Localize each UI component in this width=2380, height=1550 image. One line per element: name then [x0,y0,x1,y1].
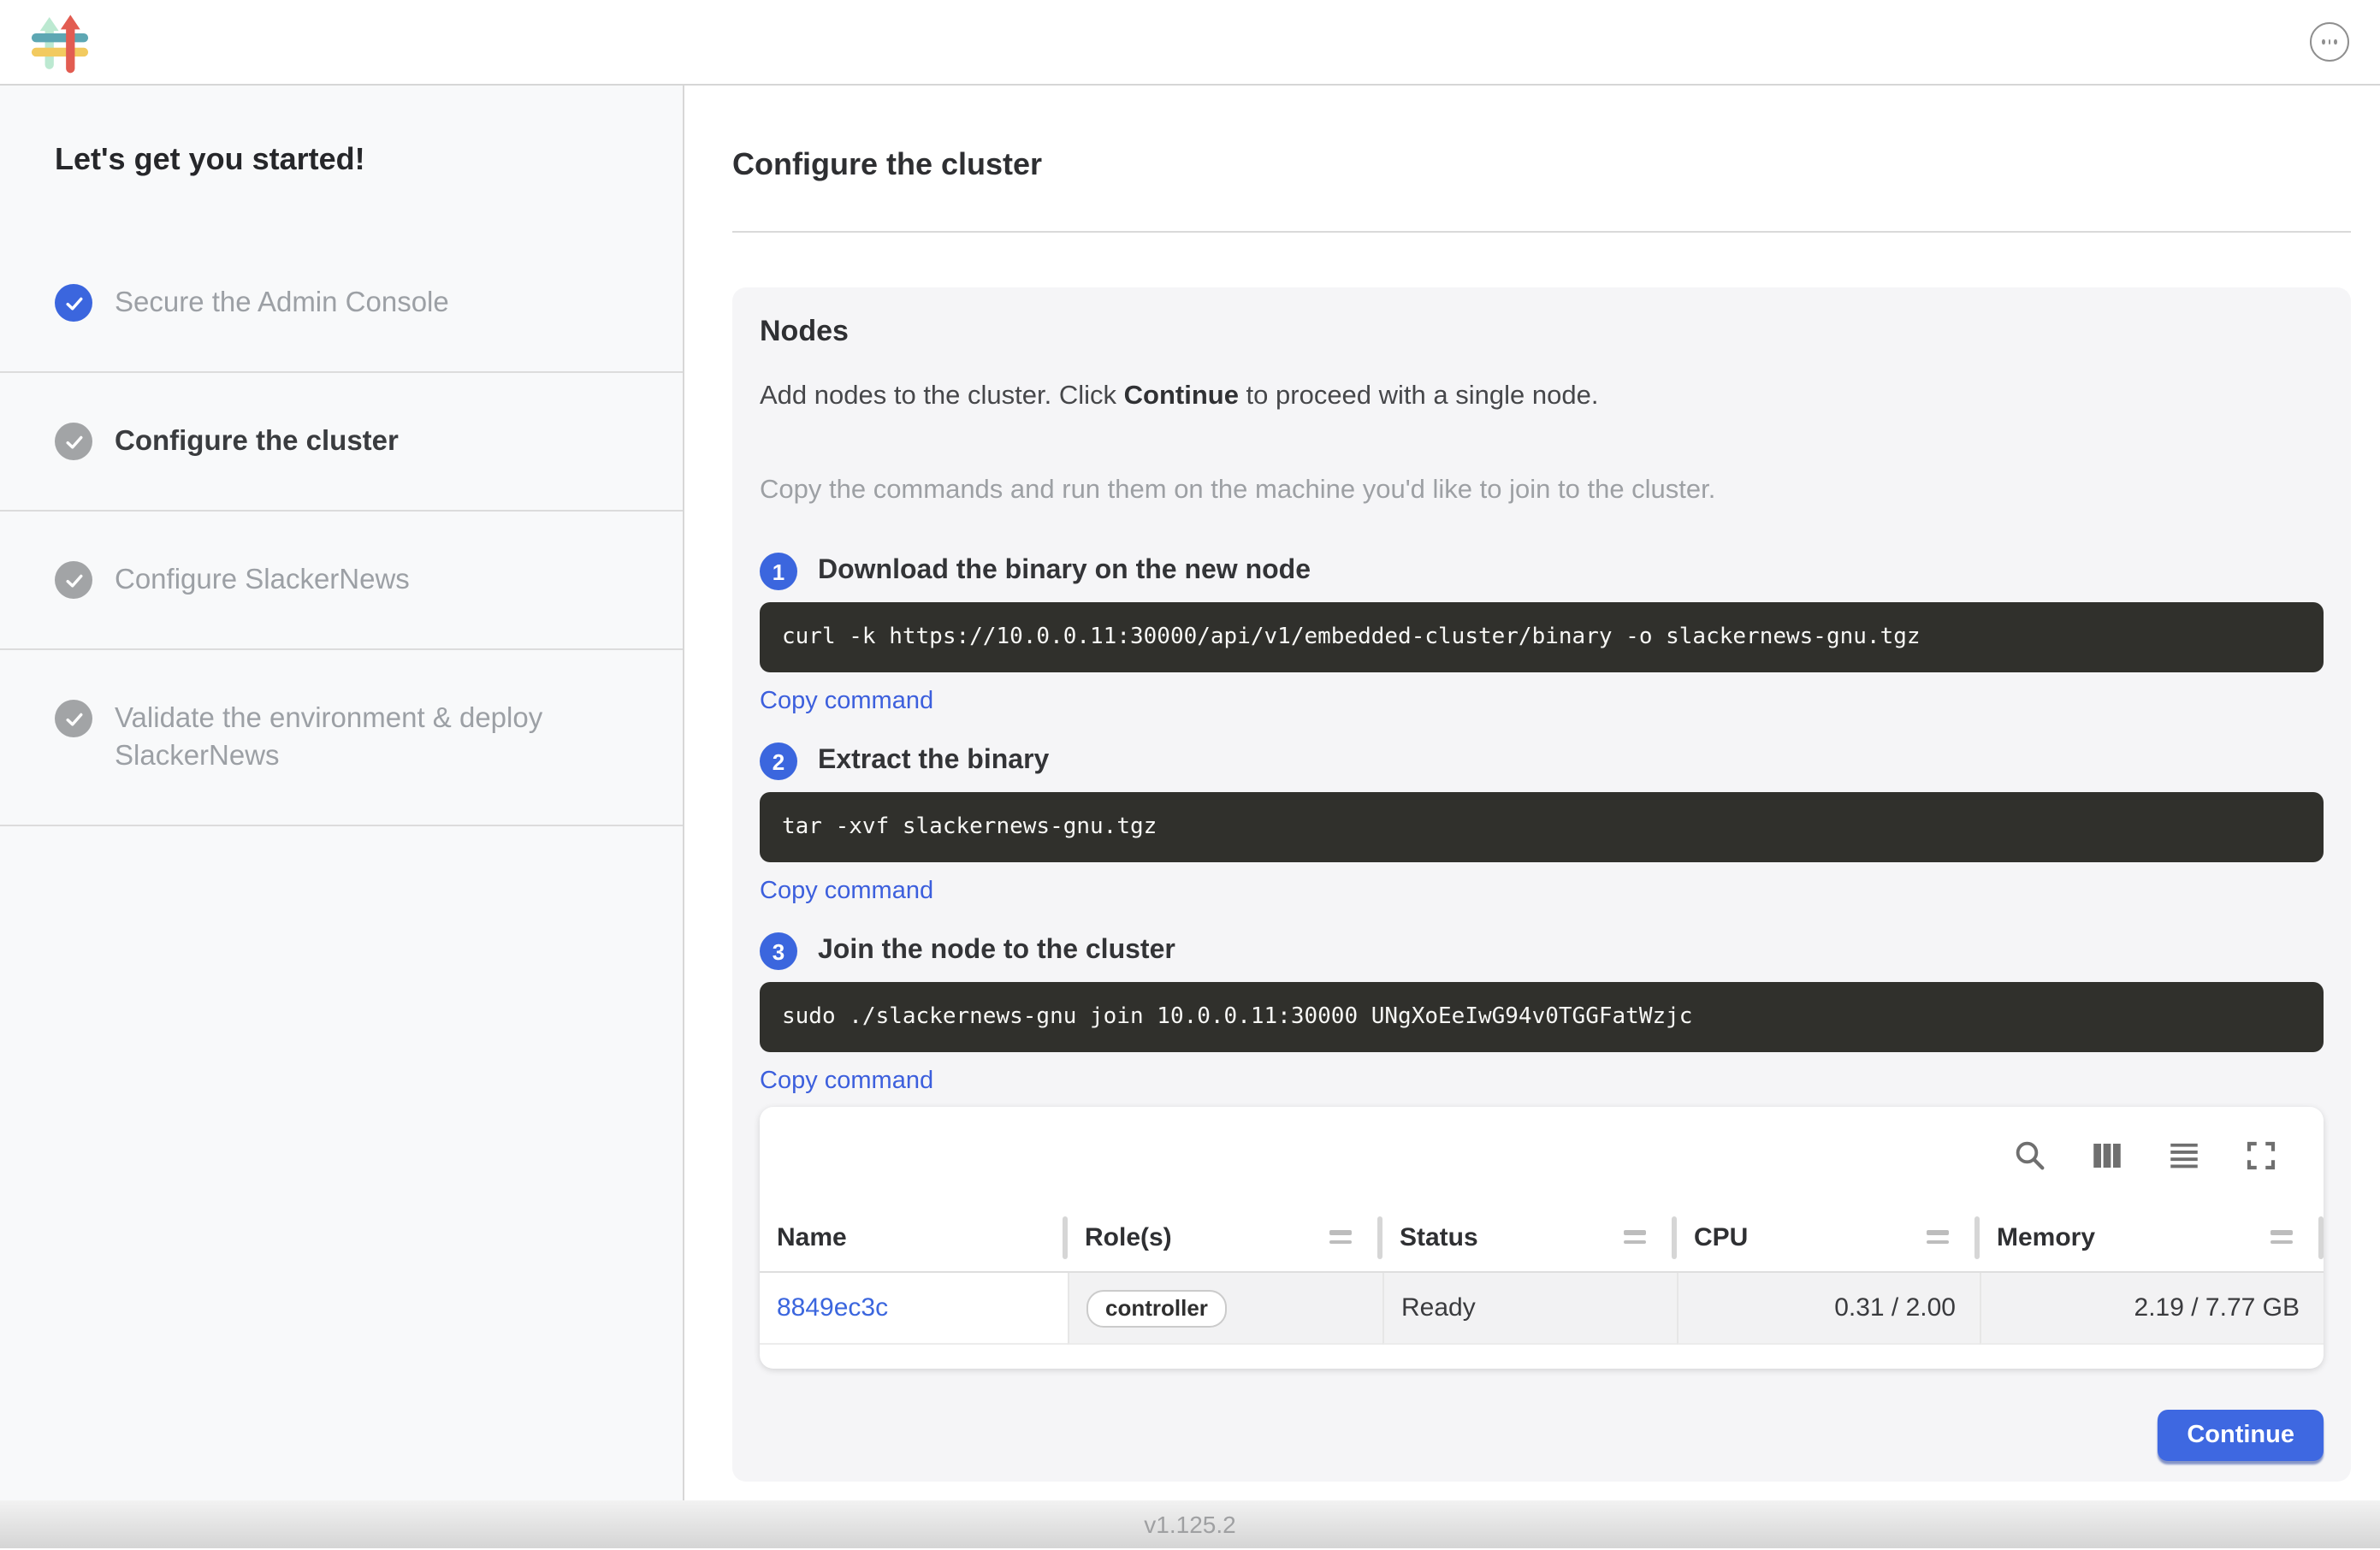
step-2-heading: 2 Extract the binary [760,742,2324,780]
title-divider [732,231,2351,233]
role-chip: controller [1086,1289,1227,1327]
column-header-name[interactable]: Name [760,1203,1068,1273]
step-3-heading: 3 Join the node to the cluster [760,932,2324,970]
column-header-cpu[interactable]: CPU [1677,1203,1980,1273]
step-2-copy-command-link[interactable]: Copy command [760,878,933,905]
table-bottom-spacer [760,1345,2324,1369]
footer: v1.125.2 [0,1500,2380,1548]
nodes-table-card: Name Role(s) Status [760,1107,2324,1369]
top-bar [0,0,2380,86]
check-circle-icon [55,284,92,322]
column-drag-icon[interactable] [1329,1230,1352,1244]
sidebar-item-validate-deploy[interactable]: Validate the environment & deploy Slacke… [0,650,683,826]
check-circle-icon [55,423,92,460]
cell-node-status: Ready [1382,1273,1677,1345]
copy-commands-hint: Copy the commands and run them on the ma… [760,476,2324,506]
more-menu-button[interactable] [2310,22,2349,62]
column-drag-icon[interactable] [1927,1230,1949,1244]
slackernews-logo-icon [27,9,92,74]
fullscreen-icon[interactable] [2243,1137,2279,1173]
column-header-roles[interactable]: Role(s) [1068,1203,1382,1273]
step-3-command-codeblock: sudo ./slackernews-gnu join 10.0.0.11:30… [760,982,2324,1052]
app-version: v1.125.2 [1144,1511,1235,1538]
step-3-copy-command-link[interactable]: Copy command [760,1068,933,1095]
step-3-number-badge: 3 [760,932,797,970]
check-circle-icon [55,561,92,599]
sidebar-title: Let's get you started! [0,86,683,234]
search-icon[interactable] [2012,1137,2048,1173]
continue-button[interactable]: Continue [2158,1410,2324,1461]
cell-node-memory: 2.19 / 7.77 GB [1980,1273,2324,1345]
step-2-command-codeblock: tar -xvf slackernews-gnu.tgz [760,792,2324,862]
column-header-memory[interactable]: Memory [1980,1203,2324,1273]
column-drag-icon[interactable] [2270,1230,2293,1244]
step-2-number-badge: 2 [760,742,797,780]
nodes-intro-text: Add nodes to the cluster. Click Continue… [760,382,2324,412]
table-toolbar [760,1107,2324,1203]
sidebar-item-label: Configure SlackerNews [115,561,410,599]
column-resize-handle[interactable] [1671,1216,1677,1259]
sidebar-item-secure-admin-console[interactable]: Secure the Admin Console [0,234,683,373]
step-1-copy-command-link[interactable]: Copy command [760,688,933,715]
setup-steps-sidebar: Let's get you started! Secure the Admin … [0,86,684,1500]
sidebar-item-label: Validate the environment & deploy Slacke… [115,700,611,775]
column-resize-handle[interactable] [1062,1216,1068,1259]
cell-node-roles: controller [1068,1273,1382,1345]
main-content: Configure the cluster Nodes Add nodes to… [684,86,2380,1500]
step-1-heading: 1 Download the binary on the new node [760,553,2324,590]
column-resize-handle[interactable] [2318,1216,2324,1259]
cell-node-cpu: 0.31 / 2.00 [1677,1273,1980,1345]
column-header-status[interactable]: Status [1382,1203,1677,1273]
nodes-heading: Nodes [760,315,2324,349]
row-density-icon[interactable] [2166,1137,2202,1173]
page-title: Configure the cluster [732,147,2351,183]
sidebar-item-configure-cluster[interactable]: Configure the cluster [0,373,683,512]
nodes-table: Name Role(s) Status [760,1203,2324,1345]
sidebar-item-configure-slackernews[interactable]: Configure SlackerNews [0,512,683,650]
column-resize-handle[interactable] [1974,1216,1980,1259]
column-resize-handle[interactable] [1376,1216,1382,1259]
nodes-card: Nodes Add nodes to the cluster. Click Co… [732,287,2351,1482]
step-1-command-codeblock: curl -k https://10.0.0.11:30000/api/v1/e… [760,602,2324,672]
column-drag-icon[interactable] [1624,1230,1646,1244]
check-circle-icon [55,700,92,737]
node-name-link[interactable]: 8849ec3c [777,1293,888,1322]
show-columns-icon[interactable] [2089,1137,2125,1173]
cell-node-name: 8849ec3c [760,1273,1068,1345]
sidebar-item-label: Secure the Admin Console [115,284,449,322]
step-1-number-badge: 1 [760,553,797,590]
sidebar-item-label: Configure the cluster [115,423,399,460]
